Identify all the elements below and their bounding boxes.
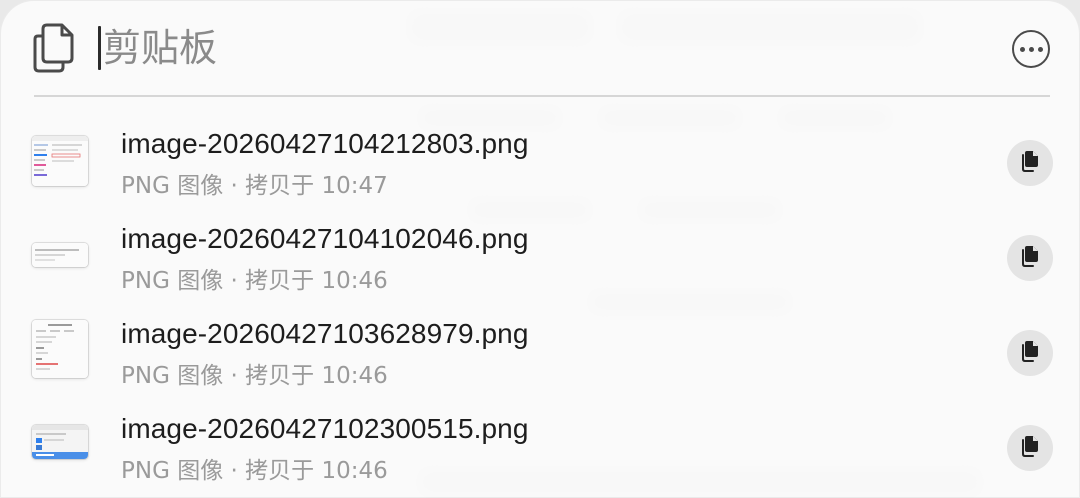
item-filename: image-20260427102300515.png: [121, 413, 529, 444]
image-thumbnail: [32, 320, 88, 378]
ellipsis-circle-icon: [1019, 46, 1025, 52]
item-filename: image-20260427104212803.png: [121, 128, 529, 159]
clipboard-item[interactable]: image-20260427102300515.png PNG 图像 · 拷贝于…: [0, 399, 1080, 494]
copy-document-icon: [1020, 150, 1040, 177]
copy-button[interactable]: [1007, 330, 1053, 376]
copy-document-icon: [1020, 340, 1040, 367]
clipboard-history-list: image-20260427104212803.png PNG 图像 · 拷贝于…: [0, 114, 1080, 494]
item-subtitle: PNG 图像 · 拷贝于 10:46: [121, 458, 388, 484]
clipboard-copy-icon: [32, 22, 78, 74]
item-subtitle: PNG 图像 · 拷贝于 10:46: [121, 363, 388, 389]
clipboard-item[interactable]: image-20260427104102046.png PNG 图像 · 拷贝于…: [0, 209, 1080, 304]
clipboard-panel: image-20260427104212803.png PNG 图像 · 拷贝于…: [0, 0, 1080, 498]
panel-header: [0, 0, 1080, 96]
search-field[interactable]: [98, 20, 958, 76]
image-thumbnail: [32, 136, 88, 186]
text-cursor: [98, 26, 101, 70]
header-divider: [34, 95, 1050, 97]
image-thumbnail: [32, 243, 88, 267]
item-subtitle: PNG 图像 · 拷贝于 10:46: [121, 268, 388, 294]
copy-button[interactable]: [1007, 235, 1053, 281]
clipboard-item[interactable]: image-20260427103628979.png PNG 图像 · 拷贝于…: [0, 304, 1080, 399]
copy-button[interactable]: [1007, 140, 1053, 186]
item-subtitle: PNG 图像 · 拷贝于 10:47: [121, 173, 388, 199]
clipboard-item[interactable]: image-20260427104212803.png PNG 图像 · 拷贝于…: [0, 114, 1080, 209]
item-filename: image-20260427104102046.png: [121, 223, 529, 254]
more-options-button[interactable]: [1012, 30, 1050, 68]
ellipsis-dot: [1037, 46, 1043, 52]
search-input[interactable]: [103, 26, 903, 70]
item-filename: image-20260427103628979.png: [121, 318, 529, 349]
copy-button[interactable]: [1007, 425, 1053, 471]
ellipsis-dot: [1028, 46, 1034, 52]
copy-document-icon: [1020, 435, 1040, 462]
copy-document-icon: [1020, 245, 1040, 272]
image-thumbnail: [32, 425, 88, 459]
